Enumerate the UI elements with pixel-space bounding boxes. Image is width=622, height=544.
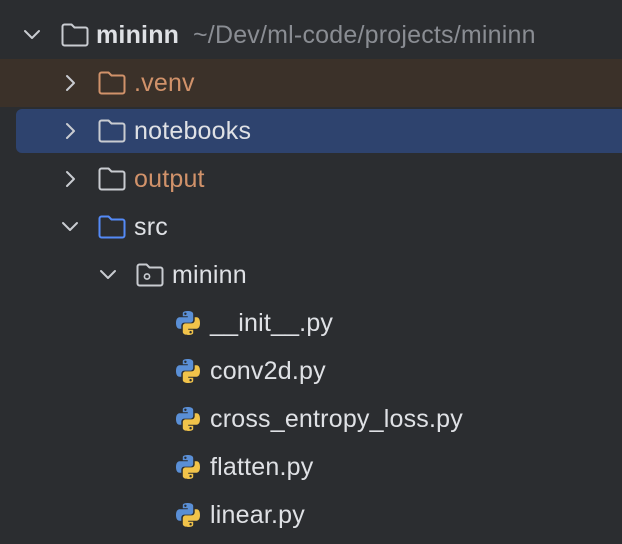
tree-row-conv2d-py[interactable]: conv2d.py bbox=[0, 347, 622, 395]
package-folder-icon bbox=[135, 262, 165, 288]
chevron-down-icon[interactable] bbox=[95, 262, 121, 288]
chevron-right-icon[interactable] bbox=[57, 70, 83, 96]
source-folder-icon bbox=[97, 214, 127, 240]
tree-row-notebooks[interactable]: notebooks bbox=[0, 107, 622, 155]
item-label-init-py: __init__.py bbox=[210, 309, 334, 337]
tree-row-venv[interactable]: .venv bbox=[0, 59, 622, 107]
item-label-src: src bbox=[134, 213, 168, 241]
python-file-icon bbox=[173, 308, 203, 338]
tree-row-src[interactable]: src bbox=[0, 203, 622, 251]
root-project-path: ~/Dev/ml-code/projects/mininn bbox=[193, 21, 536, 49]
item-label-venv: .venv bbox=[134, 69, 195, 97]
tree-row-root[interactable]: mininn ~/Dev/ml-code/projects/mininn bbox=[0, 11, 622, 59]
item-label-cross-entropy-loss-py: cross_entropy_loss.py bbox=[210, 405, 463, 433]
tree-row-flatten-py[interactable]: flatten.py bbox=[0, 443, 622, 491]
chevron-right-icon[interactable] bbox=[57, 166, 83, 192]
python-file-icon bbox=[173, 500, 203, 530]
python-file-icon bbox=[173, 356, 203, 386]
chevron-down-icon[interactable] bbox=[57, 214, 83, 240]
item-label-output: output bbox=[134, 165, 205, 193]
tree-row-output[interactable]: output bbox=[0, 155, 622, 203]
item-label-notebooks: notebooks bbox=[134, 117, 252, 145]
folder-icon bbox=[60, 22, 90, 48]
tree-row-mininn-package[interactable]: mininn bbox=[0, 251, 622, 299]
folder-icon bbox=[97, 118, 127, 144]
chevron-right-icon[interactable] bbox=[57, 118, 83, 144]
item-label-mininn-package: mininn bbox=[172, 261, 247, 289]
tree-row-linear-py[interactable]: linear.py bbox=[0, 491, 622, 539]
project-tree: mininn ~/Dev/ml-code/projects/mininn .ve… bbox=[0, 0, 622, 544]
folder-icon bbox=[97, 166, 127, 192]
tree-row-init-py[interactable]: __init__.py bbox=[0, 299, 622, 347]
chevron-down-icon[interactable] bbox=[19, 22, 45, 48]
python-file-icon bbox=[173, 404, 203, 434]
item-label-conv2d-py: conv2d.py bbox=[210, 357, 326, 385]
root-project-name: mininn bbox=[96, 21, 180, 49]
tree-row-cross-entropy-loss-py[interactable]: cross_entropy_loss.py bbox=[0, 395, 622, 443]
item-label-flatten-py: flatten.py bbox=[210, 453, 314, 481]
item-label-linear-py: linear.py bbox=[210, 501, 305, 529]
excluded-folder-icon bbox=[97, 70, 127, 96]
python-file-icon bbox=[173, 452, 203, 482]
